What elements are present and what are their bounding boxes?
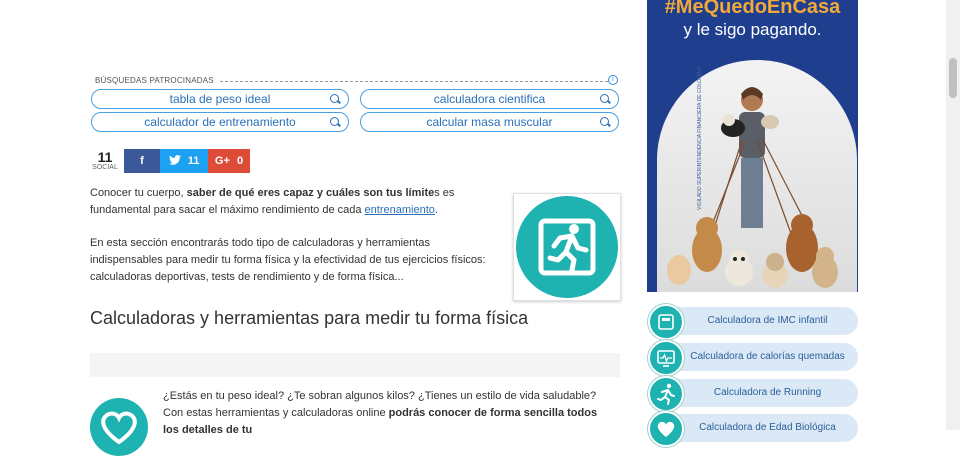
share-count-number: 11 xyxy=(97,149,113,165)
search-icon xyxy=(600,117,609,126)
google-plus-share-count: 0 xyxy=(236,155,244,167)
sponsored-search-label: tabla de peso ideal xyxy=(169,92,271,106)
content-separator xyxy=(90,353,620,377)
twitter-share-count: 11 xyxy=(187,155,200,167)
runner-icon xyxy=(516,196,618,298)
facebook-share-button[interactable]: f xyxy=(124,149,160,173)
intro-text-segment: Conocer tu cuerpo, xyxy=(90,187,187,199)
runner-icon xyxy=(648,376,684,412)
heart-monitor-icon xyxy=(90,398,148,456)
monitor-icon xyxy=(648,340,684,376)
intro-bold-text: saber de qué eres capaz y cuáles son tus… xyxy=(186,187,435,199)
entrenamiento-link[interactable]: entrenamiento xyxy=(365,204,435,216)
sponsored-search-calculador-entrenamiento[interactable]: calculador de entrenamiento xyxy=(91,112,349,132)
twitter-icon xyxy=(168,155,181,165)
calculator-link-label: Calculadora de Running xyxy=(713,387,822,398)
ad-hashtag: #MeQuedoEnCasa xyxy=(664,0,841,18)
facebook-icon: f xyxy=(140,155,144,167)
intro-text-segment: . xyxy=(434,204,438,216)
calculator-link-edad-biologica[interactable]: Calculadora de Edad Biológica xyxy=(647,411,858,447)
sponsored-search-label: calculador de entrenamiento xyxy=(144,115,296,129)
sponsored-search-tabla-peso-ideal[interactable]: tabla de peso ideal xyxy=(91,89,349,109)
sponsored-search-label: calcular masa muscular xyxy=(426,115,553,129)
calculator-link-imc-infantil[interactable]: Calculadora de IMC infantil xyxy=(647,304,858,340)
section-title: Calculadoras y herramientas para medir t… xyxy=(90,308,529,328)
scrollbar-track[interactable] xyxy=(946,0,960,430)
share-count-label: SOCIAL xyxy=(92,164,118,171)
info-icon[interactable]: i xyxy=(608,75,618,85)
main-content: BÚSQUEDAS PATROCINADAS i tabla de peso i… xyxy=(90,0,621,456)
calculator-link-label: Calculadora de Edad Biológica xyxy=(699,422,836,433)
sponsored-searches-header: BÚSQUEDAS PATROCINADAS i xyxy=(90,75,620,88)
sponsored-searches-label: BÚSQUEDAS PATROCINADAS xyxy=(95,76,218,85)
sidebar: #MeQuedoEnCasa y le sigo pagando. VIGILA… xyxy=(647,0,858,447)
intro-paragraph-2: En esta sección encontrarás todo tipo de… xyxy=(90,237,486,283)
calculator-link-calorias-quemadas[interactable]: Calculadora de calorías quemadas xyxy=(647,340,858,376)
heart-icon xyxy=(648,411,684,447)
scrollbar-thumb[interactable] xyxy=(949,58,957,98)
ad-legal-text: VIGILADO SUPERINTENDENCIA FINANCIERA DE … xyxy=(697,66,703,210)
search-icon xyxy=(330,94,339,103)
calculators-description: ¿Estás en tu peso ideal? ¿Te sobran algu… xyxy=(163,388,613,439)
calculator-link-label: Calculadora de calorías quemadas xyxy=(690,351,845,362)
calculators-paragraph: ¿Estás en tu peso ideal? ¿Te sobran algu… xyxy=(163,388,613,439)
ad-photo-woman-with-dogs xyxy=(657,60,857,292)
calculator-link-running[interactable]: Calculadora de Running xyxy=(647,376,858,412)
twitter-share-button[interactable]: 11 xyxy=(160,149,208,173)
social-share-count: 11 SOCIAL xyxy=(90,150,120,171)
scale-icon xyxy=(648,304,684,340)
intro-paragraph-1: Conocer tu cuerpo, saber de qué eres cap… xyxy=(90,185,500,219)
ad-subtitle: y le sigo pagando. xyxy=(683,20,822,39)
sponsored-search-calcular-masa-muscular[interactable]: calcular masa muscular xyxy=(360,112,619,132)
advertisement-banner[interactable]: #MeQuedoEnCasa y le sigo pagando. VIGILA… xyxy=(647,0,858,292)
search-icon xyxy=(330,117,339,126)
intro-text: Conocer tu cuerpo, saber de qué eres cap… xyxy=(90,185,500,302)
search-icon xyxy=(600,94,609,103)
google-plus-share-button[interactable]: G+ 0 xyxy=(208,149,250,173)
sponsored-search-calculadora-cientifica[interactable]: calculadora cientifica xyxy=(360,89,619,109)
calculator-link-label: Calculadora de IMC infantil xyxy=(707,315,828,326)
fitness-logo-box xyxy=(513,193,621,301)
sponsored-search-label: calculadora cientifica xyxy=(433,92,546,106)
google-plus-icon: G+ xyxy=(214,155,230,167)
